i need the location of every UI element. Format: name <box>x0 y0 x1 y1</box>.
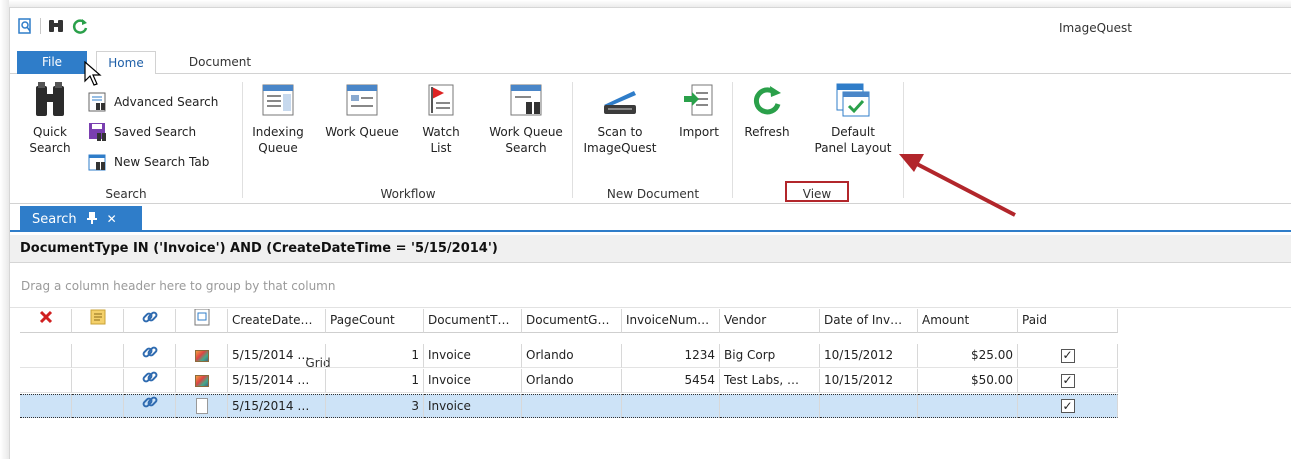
column-header[interactable]: InvoiceNum… <box>622 309 720 333</box>
invoice-number-cell: 1234 <box>622 344 720 368</box>
amount-cell: $25.00 <box>918 344 1018 368</box>
amount-cell: $50.00 <box>918 369 1018 393</box>
paid-checkbox[interactable]: ✓ <box>1060 373 1075 388</box>
link-icon <box>141 344 159 367</box>
document-type-cell: Invoice <box>424 394 522 418</box>
column-header[interactable]: CreateDate… <box>228 309 326 333</box>
column-header[interactable]: DocumentT… <box>424 309 522 333</box>
image-document-icon <box>194 309 210 332</box>
delete-icon <box>39 309 53 332</box>
link-cell[interactable] <box>124 344 176 368</box>
delete-cell[interactable] <box>20 394 72 418</box>
delete-cell[interactable] <box>20 344 72 368</box>
page-count-cell: 3 <box>326 394 424 418</box>
vendor-cell: Big Corp <box>720 344 820 368</box>
notes-cell[interactable] <box>72 369 124 393</box>
delete-cell[interactable] <box>20 369 72 393</box>
link-icon <box>141 395 159 417</box>
document-group-cell <box>522 394 622 418</box>
document-type-cell: Invoice <box>424 369 522 393</box>
column-header[interactable]: Amount <box>918 309 1018 333</box>
document-type-cell: Invoice <box>424 344 522 368</box>
table-row[interactable]: 5/15/2014 … 1 Invoice Orlando 1234 Big C… <box>20 344 1118 368</box>
invoice-date-cell: 10/15/2012 <box>820 344 918 368</box>
invoice-number-cell <box>622 394 720 418</box>
document-tab-strip: Search ✕ <box>10 206 1291 232</box>
grid-header-row: CreateDate… PageCount DocumentT… Documen… <box>20 309 1118 333</box>
paid-cell[interactable]: ✓ <box>1018 369 1118 393</box>
notes-cell[interactable] <box>72 344 124 368</box>
pin-icon[interactable] <box>86 211 97 227</box>
filter-expression: DocumentType IN ('Invoice') AND (CreateD… <box>10 235 1291 263</box>
paid-checkbox[interactable]: ✓ <box>1060 348 1075 363</box>
create-date-cell: 5/15/2014 … <box>228 394 326 418</box>
search-tab-label: Search <box>32 211 77 227</box>
close-icon[interactable]: ✕ <box>107 212 117 226</box>
blank-document-icon <box>195 398 208 414</box>
paid-checkbox[interactable]: ✓ <box>1060 399 1075 413</box>
vendor-cell: Test Labs, … <box>720 369 820 393</box>
group-by-panel[interactable]: Drag a column header here to group by th… <box>10 264 1291 308</box>
paid-cell[interactable]: ✓ <box>1018 344 1118 368</box>
page-count-cell: 1 <box>326 369 424 393</box>
link-icon <box>141 309 159 332</box>
document-group-cell: Orlando <box>522 369 622 393</box>
document-group-cell: Orlando <box>522 344 622 368</box>
paid-cell[interactable]: ✓ <box>1018 394 1118 418</box>
notes-cell[interactable] <box>72 394 124 418</box>
invoice-date-cell: 10/15/2012 <box>820 369 918 393</box>
delete-column-header[interactable] <box>20 309 72 333</box>
app-window: ImageQuest File Home Document Grid Quick… <box>9 7 1291 459</box>
link-icon <box>141 369 159 392</box>
create-date-cell: 5/15/2014 … <box>228 369 326 393</box>
link-cell[interactable] <box>124 369 176 393</box>
table-row[interactable]: 5/15/2014 … 1 Invoice Orlando 5454 Test … <box>20 369 1118 393</box>
vendor-cell <box>720 394 820 418</box>
link-column-header[interactable] <box>124 309 176 333</box>
notes-column-header[interactable] <box>72 309 124 333</box>
page-count-cell: 1 <box>326 344 424 368</box>
column-header[interactable]: DocumentG… <box>522 309 622 333</box>
amount-cell <box>918 394 1018 418</box>
annotation-arrow <box>899 154 1016 217</box>
tab-search[interactable]: Search ✕ <box>20 206 142 232</box>
thumbnail-cell[interactable] <box>176 394 228 418</box>
image-thumbnail-icon <box>194 349 209 362</box>
mouse-cursor-icon <box>84 61 102 86</box>
column-header[interactable]: Vendor <box>720 309 820 333</box>
create-date-cell: 5/15/2014 … <box>228 344 326 368</box>
image-column-header[interactable] <box>176 309 228 333</box>
image-thumbnail-icon <box>194 374 209 387</box>
column-header[interactable]: Paid <box>1018 309 1118 333</box>
invoice-number-cell: 5454 <box>622 369 720 393</box>
thumbnail-cell[interactable] <box>176 344 228 368</box>
column-header[interactable]: PageCount <box>326 309 424 333</box>
notes-icon <box>90 309 106 332</box>
table-row[interactable]: 5/15/2014 … 3 Invoice ✓ <box>20 394 1118 418</box>
link-cell[interactable] <box>124 394 176 418</box>
thumbnail-cell[interactable] <box>176 369 228 393</box>
column-header[interactable]: Date of Inv… <box>820 309 918 333</box>
invoice-date-cell <box>820 394 918 418</box>
